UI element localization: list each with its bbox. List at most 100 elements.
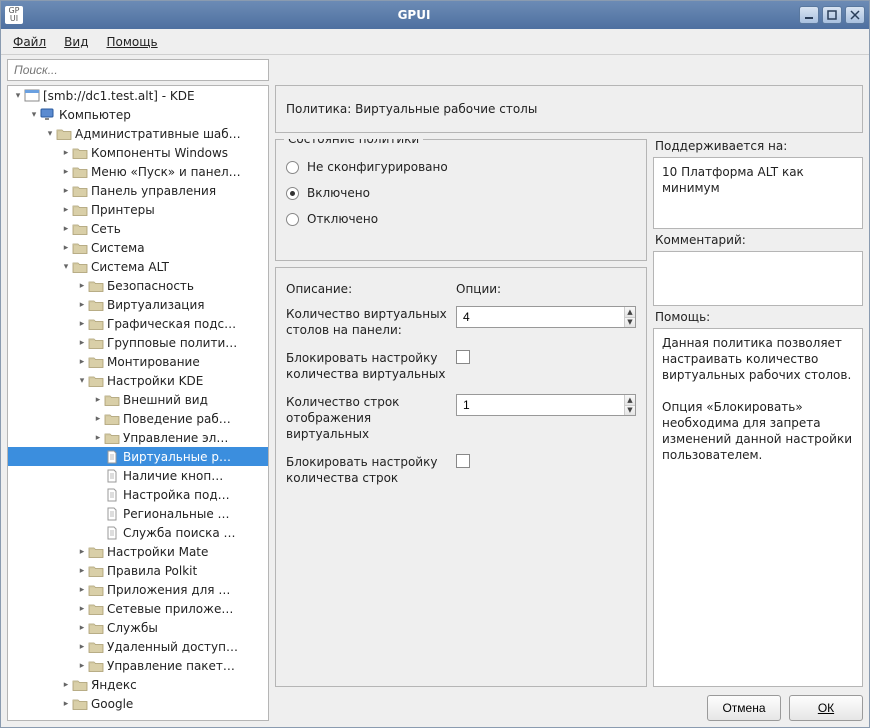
- folder-icon: [88, 317, 104, 331]
- tree-toggle-icon[interactable]: ▸: [60, 167, 72, 177]
- tree-row[interactable]: ▸Настройки Mate: [8, 542, 268, 561]
- tree-row[interactable]: ▸Внешний вид: [8, 390, 268, 409]
- tree-toggle-icon[interactable]: ▾: [44, 129, 56, 139]
- tree-row[interactable]: ▸Поведение раб…: [8, 409, 268, 428]
- radio-label: Отключено: [307, 212, 378, 226]
- maximize-button[interactable]: [822, 6, 842, 24]
- tree-row[interactable]: ▸Управление эл…: [8, 428, 268, 447]
- tree-toggle-icon[interactable]: ▸: [60, 224, 72, 234]
- tree-toggle-icon[interactable]: ▸: [76, 547, 88, 557]
- tree-row[interactable]: ▸ Принтеры: [8, 200, 268, 219]
- rows-input[interactable]: [457, 395, 624, 415]
- menu-view[interactable]: Вид: [56, 32, 96, 52]
- tree-row[interactable]: ▸Компоненты Windows: [8, 143, 268, 162]
- comment-box[interactable]: [653, 251, 863, 306]
- radio-not-configured[interactable]: Не сконфигурировано: [286, 154, 636, 180]
- tree-row[interactable]: Настройка под…: [8, 485, 268, 504]
- vd-count-spinbox[interactable]: ▲ ▼: [456, 306, 636, 328]
- tree-toggle-icon[interactable]: ▸: [60, 243, 72, 253]
- tree-row[interactable]: ▸Яндекс: [8, 675, 268, 694]
- tree-toggle-icon[interactable]: ▸: [76, 642, 88, 652]
- tree-toggle-icon[interactable]: ▸: [76, 623, 88, 633]
- vd-count-input[interactable]: [457, 307, 624, 327]
- search-input[interactable]: [7, 59, 269, 81]
- tree-row[interactable]: ▸Удаленный доступ…: [8, 637, 268, 656]
- tree-toggle-icon[interactable]: ▾: [12, 91, 24, 101]
- tree-row[interactable]: ▸Монтирование: [8, 352, 268, 371]
- tree-row[interactable]: ▾Система ALT: [8, 257, 268, 276]
- lock-count-checkbox[interactable]: [456, 350, 470, 364]
- tree-label: Принтеры: [91, 203, 155, 217]
- tree-label: Службы: [107, 621, 158, 635]
- minimize-button[interactable]: [799, 6, 819, 24]
- tree-row[interactable]: ▸Панель управления: [8, 181, 268, 200]
- tree-row[interactable]: ▸Графическая подс…: [8, 314, 268, 333]
- tree-toggle-icon[interactable]: ▸: [60, 148, 72, 158]
- tree-pane[interactable]: ▾[smb://dc1.test.alt] - KDE▾Компьютер▾Ад…: [7, 85, 269, 721]
- folder-icon: [88, 545, 104, 559]
- cancel-button[interactable]: Отмена: [707, 695, 781, 721]
- app-window: GP UI GPUI Файл Вид Помощь ▾[smb://dc1.t…: [0, 0, 870, 728]
- spin-down-icon[interactable]: ▼: [625, 318, 635, 328]
- tree-toggle-icon[interactable]: ▸: [76, 281, 88, 291]
- spin-up-icon[interactable]: ▲: [625, 307, 635, 318]
- minimize-icon: [804, 10, 814, 20]
- menu-help[interactable]: Помощь: [98, 32, 165, 52]
- radio-enabled[interactable]: Включено: [286, 180, 636, 206]
- tree-row[interactable]: ▸Виртуализация: [8, 295, 268, 314]
- tree-row[interactable]: ▸ Службы: [8, 618, 268, 637]
- tree-row[interactable]: ▸Сетевые приложе…: [8, 599, 268, 618]
- tree-toggle-icon[interactable]: ▸: [76, 319, 88, 329]
- radio-icon: [286, 213, 299, 226]
- options-opts-header: Опции:: [456, 282, 636, 296]
- ok-button[interactable]: ОК: [789, 695, 863, 721]
- tree-toggle-icon[interactable]: ▸: [76, 357, 88, 367]
- tree-row[interactable]: Виртуальные р…: [8, 447, 268, 466]
- tree-row[interactable]: Служба поиска …: [8, 523, 268, 542]
- tree-toggle-icon[interactable]: ▸: [60, 699, 72, 709]
- tree-row[interactable]: Региональные …: [8, 504, 268, 523]
- radio-label: Включено: [307, 186, 370, 200]
- tree-toggle-icon[interactable]: ▸: [92, 414, 104, 424]
- spin-down-icon[interactable]: ▼: [625, 406, 635, 416]
- tree-row[interactable]: ▸Меню «Пуск» и панел…: [8, 162, 268, 181]
- spin-up-icon[interactable]: ▲: [625, 395, 635, 406]
- tree-toggle-icon[interactable]: ▸: [76, 566, 88, 576]
- tree-toggle-icon[interactable]: ▸: [60, 205, 72, 215]
- close-button[interactable]: [845, 6, 865, 24]
- tree-row[interactable]: ▾[smb://dc1.test.alt] - KDE: [8, 86, 268, 105]
- tree-toggle-icon[interactable]: ▸: [60, 680, 72, 690]
- tree-toggle-icon[interactable]: ▾: [60, 262, 72, 272]
- tree-toggle-icon[interactable]: ▸: [76, 300, 88, 310]
- tree-row[interactable]: ▸Безопасность: [8, 276, 268, 295]
- tree-row[interactable]: ▸Система: [8, 238, 268, 257]
- tree-row[interactable]: ▸Приложения для …: [8, 580, 268, 599]
- tree-row[interactable]: ▾Настройки KDE: [8, 371, 268, 390]
- tree-toggle-icon[interactable]: ▸: [60, 186, 72, 196]
- tree-row[interactable]: ▸Сеть: [8, 219, 268, 238]
- tree-row[interactable]: ▸Правила Polkit: [8, 561, 268, 580]
- tree-row[interactable]: ▸Google: [8, 694, 268, 713]
- titlebar[interactable]: GP UI GPUI: [1, 1, 869, 29]
- tree-toggle-icon[interactable]: ▾: [76, 376, 88, 386]
- tree-toggle-icon[interactable]: ▸: [76, 604, 88, 614]
- tree-toggle-icon[interactable]: ▸: [76, 338, 88, 348]
- rows-spinbox[interactable]: ▲ ▼: [456, 394, 636, 416]
- tree-row[interactable]: ▸Управление пакет…: [8, 656, 268, 675]
- menubar: Файл Вид Помощь: [1, 29, 869, 55]
- tree-row[interactable]: ▸ Групповые полити…: [8, 333, 268, 352]
- radio-disabled[interactable]: Отключено: [286, 206, 636, 232]
- right-pane: Политика: Виртуальные рабочие столы Сост…: [275, 85, 863, 721]
- tree-toggle-icon[interactable]: ▸: [92, 433, 104, 443]
- tree-row[interactable]: ▾Компьютер: [8, 105, 268, 124]
- radio-label: Не сконфигурировано: [307, 160, 448, 174]
- lock-rows-checkbox[interactable]: [456, 454, 470, 468]
- tree-row[interactable]: ▾Административные шаб…: [8, 124, 268, 143]
- tree-toggle-icon[interactable]: ▸: [76, 585, 88, 595]
- tree-label: Групповые полити…: [107, 336, 237, 350]
- tree-toggle-icon[interactable]: ▾: [28, 110, 40, 120]
- menu-file[interactable]: Файл: [5, 32, 54, 52]
- tree-row[interactable]: Наличие кноп…: [8, 466, 268, 485]
- tree-toggle-icon[interactable]: ▸: [76, 661, 88, 671]
- tree-toggle-icon[interactable]: ▸: [92, 395, 104, 405]
